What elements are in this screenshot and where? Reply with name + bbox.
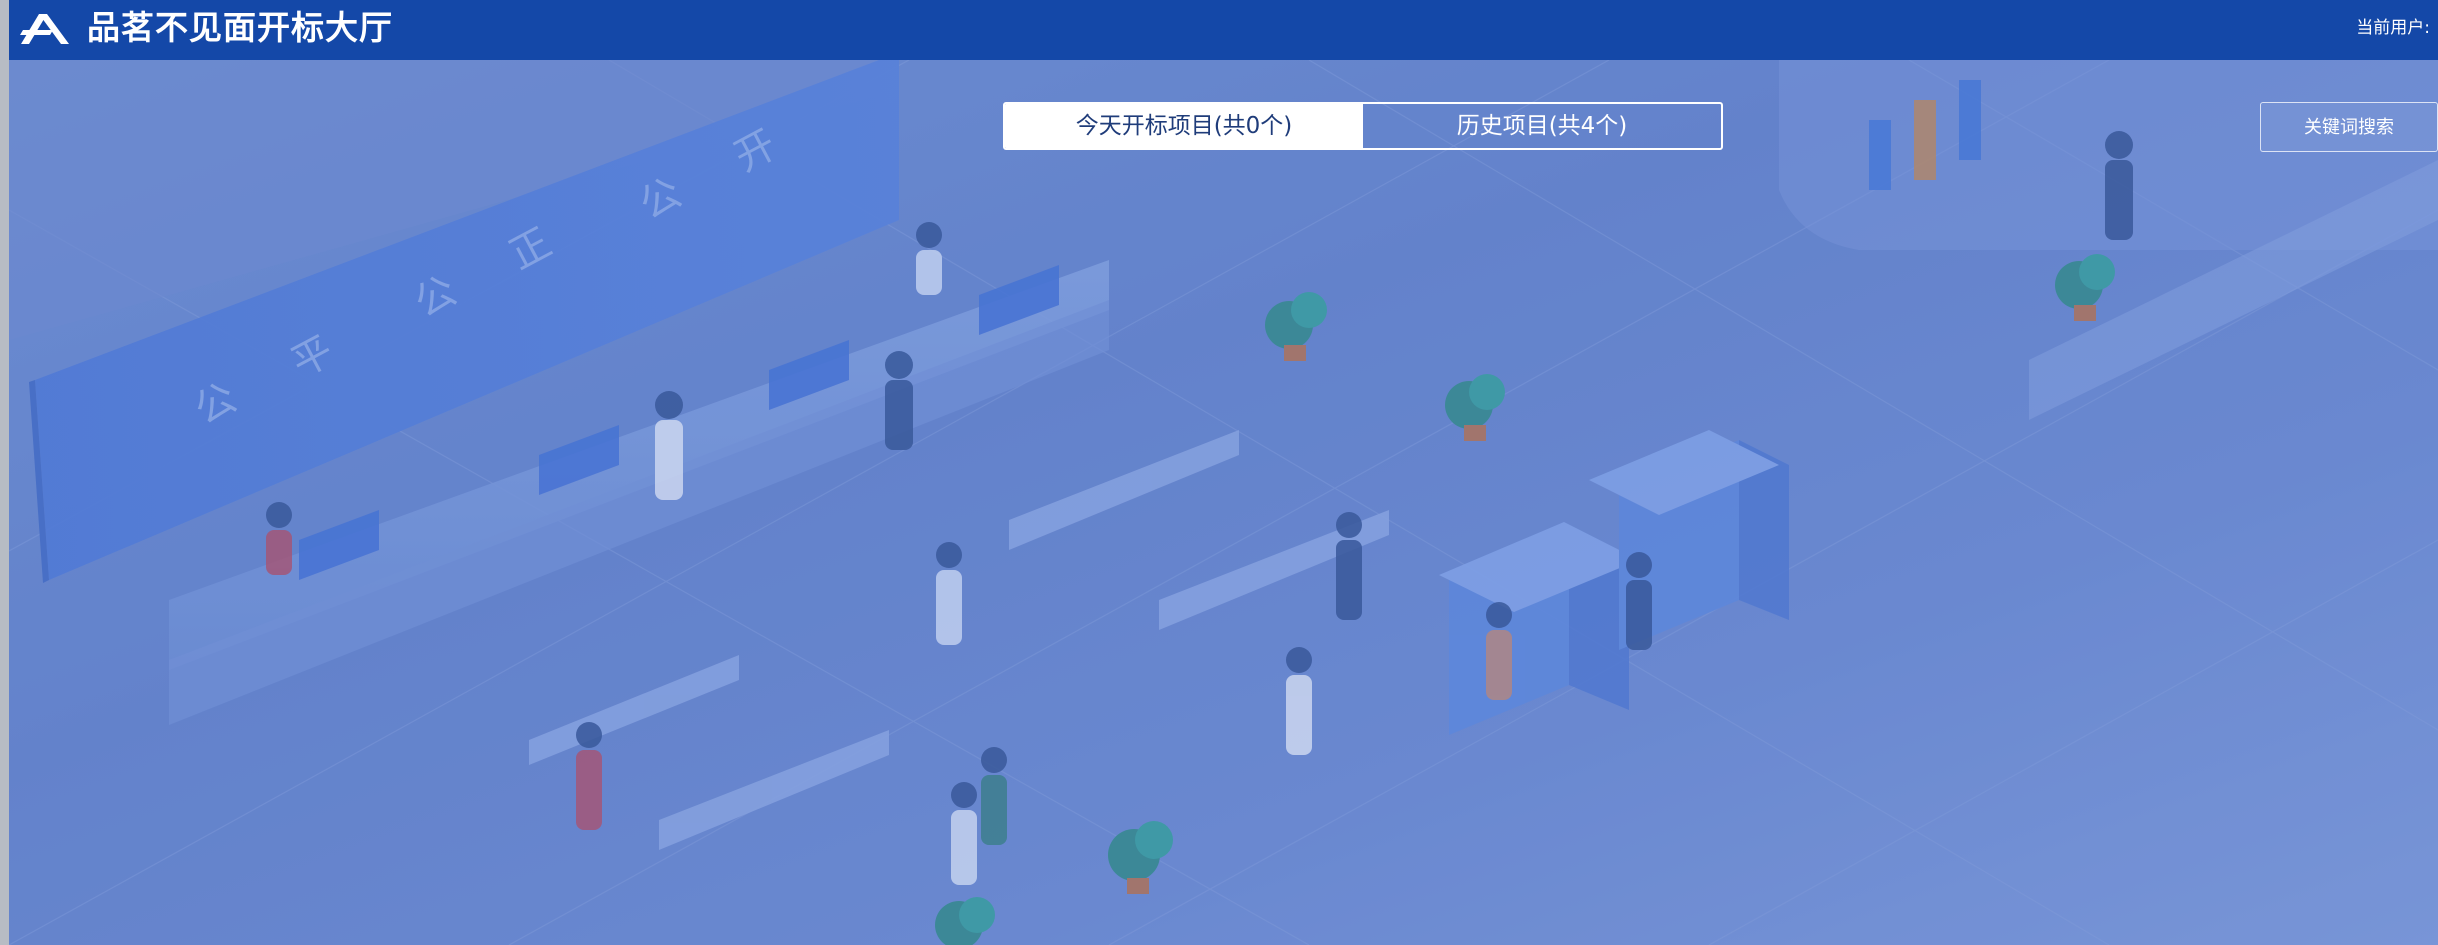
tab-today-projects[interactable]: 今天开标项目(共0个) xyxy=(1005,104,1363,148)
tab-history-projects[interactable]: 历史项目(共4个) xyxy=(1363,104,1721,148)
pinming-logo-icon xyxy=(20,14,69,44)
top-navigation-bar: 品茗不见面开标大厅 当前用户: xyxy=(9,0,2438,60)
bidding-hall-background: 公 平 公 正 公 开 xyxy=(9,60,2438,945)
window-left-edge xyxy=(0,0,9,945)
page-title: 品茗不见面开标大厅 xyxy=(87,8,393,47)
hall-illustration: 公 平 公 正 公 开 xyxy=(9,60,2438,945)
current-user-label: 当前用户: xyxy=(2356,18,2430,38)
keyword-search-button[interactable]: 关键词搜索 xyxy=(2260,102,2438,152)
project-tabs: 今天开标项目(共0个) 历史项目(共4个) xyxy=(1003,102,1723,150)
